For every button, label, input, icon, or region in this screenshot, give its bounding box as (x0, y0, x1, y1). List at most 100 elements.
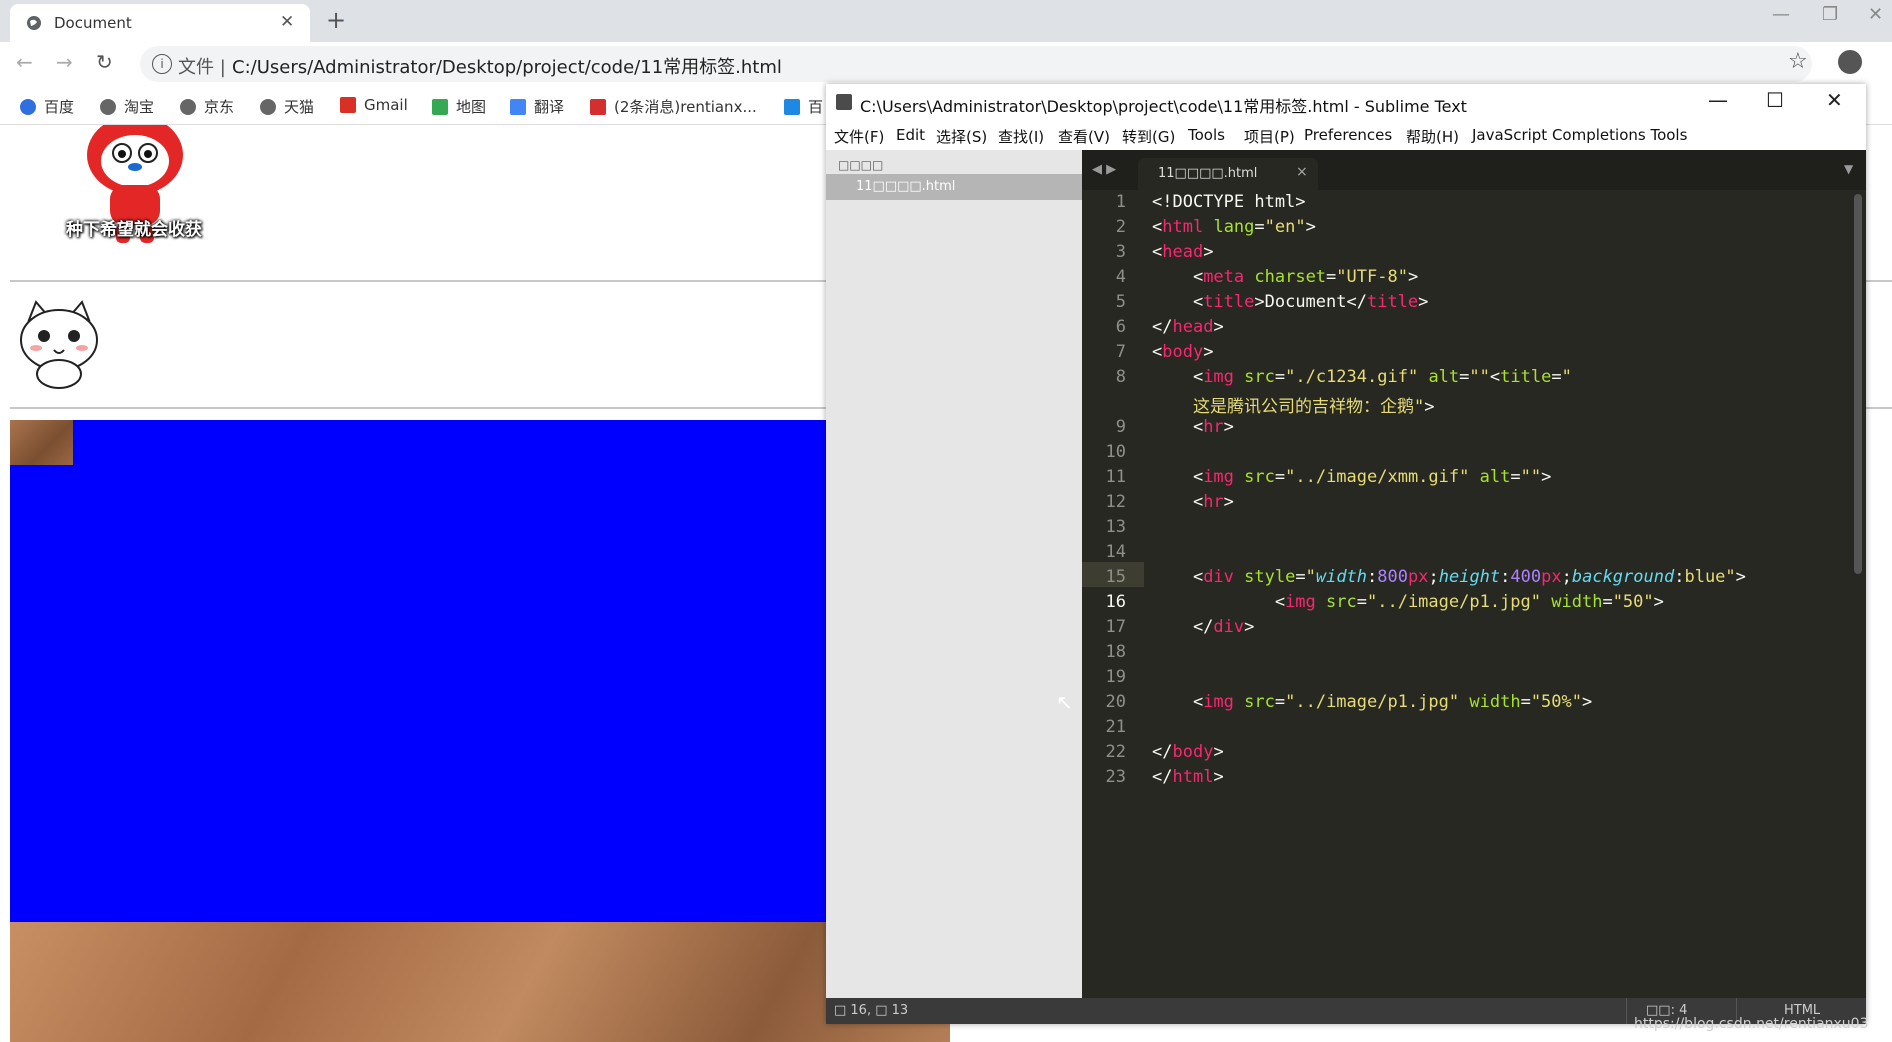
menu-edit[interactable]: Edit (896, 126, 925, 144)
restore-icon[interactable]: ❐ (1822, 4, 1838, 25)
bookmark-item[interactable]: 百 (784, 96, 823, 117)
code-token: > (1223, 417, 1234, 437)
sidebar-header: □□□□ (838, 158, 884, 172)
menu-find[interactable]: 查找(I) (998, 126, 1044, 147)
maximize-icon[interactable]: ☐ (1766, 88, 1784, 112)
profile-avatar-icon[interactable] (1838, 50, 1862, 74)
code-line[interactable]: <img src="../image/p1.jpg" width="50"> (1152, 592, 1664, 612)
tab-dropdown-icon[interactable]: ▼ (1844, 162, 1853, 176)
code-token: : (1674, 567, 1685, 587)
editor-scrollbar[interactable] (1854, 194, 1862, 574)
line-number: 18 (1105, 642, 1126, 662)
code-line[interactable]: <img src="../image/xmm.gif" alt=""> (1152, 467, 1551, 487)
bookmark-item[interactable]: 翻译 (510, 96, 564, 117)
line-number: 4 (1115, 267, 1126, 287)
bookmark-item[interactable]: 京东 (180, 96, 234, 117)
menu-file[interactable]: 文件(F) (834, 126, 884, 147)
minimize-icon[interactable]: — (1772, 4, 1790, 25)
tab-close-icon[interactable]: ✕ (280, 12, 294, 32)
code-area[interactable]: <!DOCTYPE html> <html lang="en"> <head> <m… (1152, 190, 1852, 998)
bookmark-item[interactable]: 天猫 (260, 96, 314, 117)
sublime-sidebar: □□□□ 11□□□□.html (826, 150, 1082, 998)
sidebar-open-file[interactable]: 11□□□□.html (826, 174, 1082, 200)
reload-icon[interactable]: ↻ (96, 50, 113, 74)
code-token: px (1541, 567, 1562, 587)
code-token: "50" (1612, 592, 1654, 612)
code-token: > (1424, 397, 1435, 417)
menu-project[interactable]: 项目(P) (1244, 126, 1295, 147)
code-token: width (1551, 592, 1603, 612)
editor-tab[interactable]: 11□□□□.html × (1138, 158, 1318, 190)
address-url[interactable]: C:/Users/Administrator/Desktop/project/c… (232, 53, 782, 79)
code-token: < (1489, 367, 1501, 387)
menu-goto[interactable]: 转到(G) (1122, 126, 1175, 147)
code-line[interactable]: <title>Document</title> (1152, 292, 1428, 312)
menu-help[interactable]: 帮助(H) (1406, 126, 1459, 147)
sublime-window: C:\Users\Administrator\Desktop\project\c… (826, 84, 1866, 1024)
code-token: > (1653, 592, 1664, 612)
code-token: "./c1234.gif" (1285, 367, 1419, 387)
code-line[interactable]: <img src="../image/p1.jpg" width="50%"> (1152, 692, 1592, 712)
tab-nav-arrows-icon[interactable]: ◀ ▶ (1092, 162, 1116, 177)
forward-icon[interactable]: → (56, 50, 73, 74)
code-line[interactable]: <div style="width:800px;height:400px;bac… (1152, 567, 1746, 587)
code-token: background (1571, 567, 1675, 587)
code-line[interactable]: <head> (1152, 242, 1213, 262)
gmail-icon (340, 97, 356, 113)
code-token: < (1152, 692, 1204, 712)
code-line[interactable]: </body> (1152, 742, 1224, 762)
editor-tab-close-icon[interactable]: × (1296, 164, 1308, 180)
info-icon[interactable]: i (152, 54, 172, 74)
bookmark-item[interactable]: 淘宝 (100, 96, 154, 117)
code-line[interactable]: <!DOCTYPE html> (1152, 192, 1306, 212)
code-token: width (1469, 692, 1521, 712)
code-line[interactable]: 这是腾讯公司的吉祥物：企鹅"> (1152, 392, 1435, 417)
code-token: < (1152, 242, 1163, 262)
code-line[interactable]: <hr> (1152, 417, 1234, 437)
line-number: 19 (1105, 667, 1126, 687)
code-token: meta (1203, 267, 1245, 287)
code-token: " (1305, 567, 1316, 587)
line-number: 5 (1115, 292, 1126, 312)
code-token: px (1408, 567, 1429, 587)
code-token: </ (1152, 767, 1173, 787)
bookmark-item[interactable]: (2条消息)rentianx... (590, 96, 757, 117)
browser-tab[interactable]: Document ✕ (10, 4, 310, 42)
menu-tools[interactable]: Tools (1188, 126, 1225, 144)
code-line[interactable]: <body> (1152, 342, 1213, 362)
close-window-icon[interactable]: ✕ (1826, 88, 1843, 112)
code-line[interactable]: <meta charset="UTF-8"> (1152, 267, 1418, 287)
bookmark-item[interactable]: 百度 (20, 96, 74, 117)
code-token: = (1274, 367, 1286, 387)
code-line[interactable]: </head> (1152, 317, 1224, 337)
back-icon[interactable]: ← (16, 50, 33, 74)
menu-view[interactable]: 查看(V) (1058, 126, 1110, 147)
code-token: style (1244, 567, 1296, 587)
bookmark-star-icon[interactable]: ☆ (1788, 49, 1808, 74)
code-line[interactable]: <html lang="en"> (1152, 217, 1316, 237)
minimize-icon[interactable]: — (1708, 88, 1728, 112)
close-window-icon[interactable]: ✕ (1868, 4, 1883, 25)
code-token: > (1223, 492, 1234, 512)
code-token: </ (1152, 617, 1214, 637)
code-token: < (1152, 342, 1163, 362)
bookmark-item[interactable]: Gmail (340, 96, 408, 114)
code-line[interactable]: <img src="./c1234.gif" alt=""<title=" (1152, 367, 1572, 387)
menu-selection[interactable]: 选择(S) (936, 126, 987, 147)
code-editor[interactable]: ◀ ▶ 11□□□□.html × ▼ 1 2 3 4 5 6 7 8 9 10… (1082, 150, 1866, 998)
code-token: < (1152, 467, 1204, 487)
bookmark-item[interactable]: 地图 (432, 96, 486, 117)
maps-icon (432, 99, 448, 115)
code-line[interactable]: <hr> (1152, 492, 1234, 512)
line-number: 16 (1105, 592, 1126, 612)
code-token: blue" (1684, 567, 1736, 587)
line-number: 13 (1105, 517, 1126, 537)
address-bar[interactable]: i 文件 | C:/Users/Administrator/Desktop/pr… (140, 46, 1812, 82)
code-line[interactable]: </html> (1152, 767, 1224, 787)
code-line[interactable]: </div> (1152, 617, 1254, 637)
new-tab-button[interactable]: + (326, 6, 346, 34)
menu-js-completions[interactable]: JavaScript Completions Tools (1472, 126, 1687, 144)
code-token: height (1438, 567, 1501, 587)
menu-preferences[interactable]: Preferences (1304, 126, 1392, 144)
editor-tabbar: ◀ ▶ 11□□□□.html × ▼ (1082, 150, 1866, 190)
